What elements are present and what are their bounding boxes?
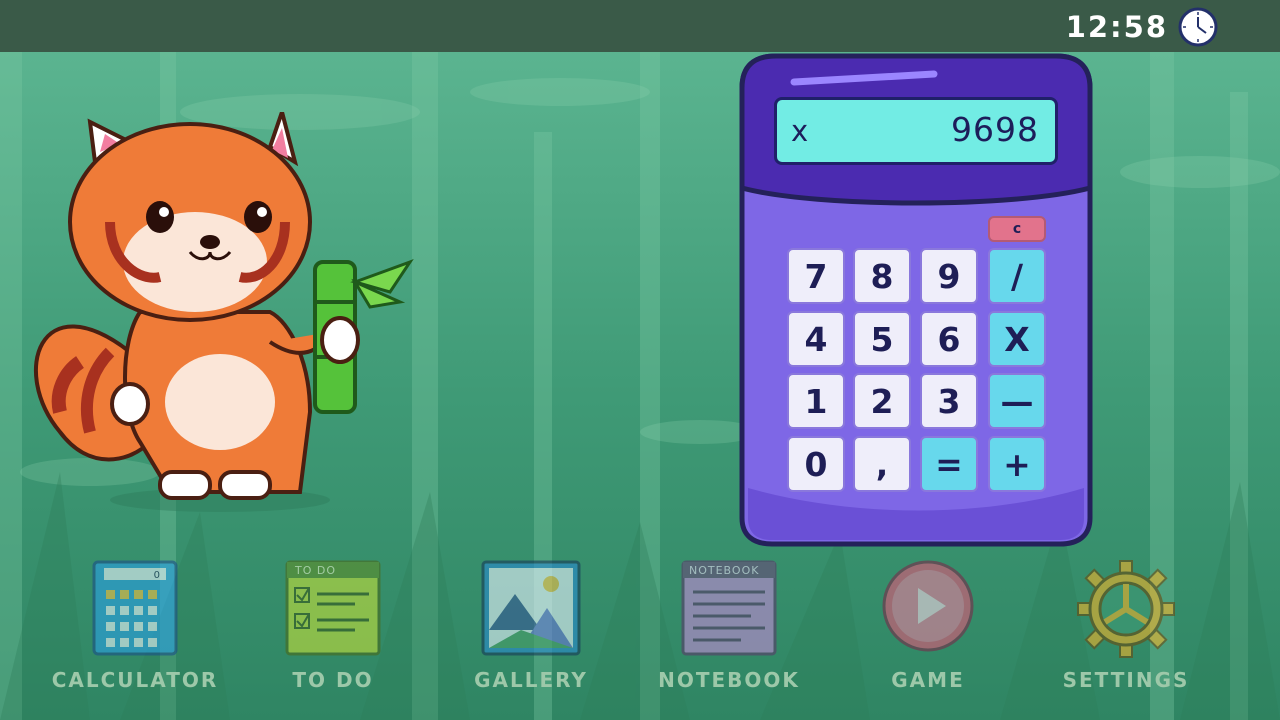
dock-todo[interactable]: TO DO TO DO <box>248 560 418 710</box>
play-icon <box>882 560 974 652</box>
key-comma[interactable]: , <box>853 436 911 492</box>
key-2[interactable]: 2 <box>853 373 911 429</box>
clock-time: 12:58 <box>1065 10 1168 44</box>
key-plus[interactable]: + <box>988 436 1046 492</box>
notebook-icon-header: NOTEBOOK <box>689 564 759 577</box>
notebook-icon: NOTEBOOK <box>681 560 777 656</box>
dock-todo-label: TO DO <box>292 668 374 692</box>
key-minus[interactable]: — <box>988 373 1046 429</box>
key-3[interactable]: 3 <box>920 373 978 429</box>
clear-button[interactable]: c <box>988 216 1046 242</box>
dock-notebook-label: NOTEBOOK <box>658 668 800 692</box>
status-bar: 12:58 <box>0 0 1280 52</box>
key-equals[interactable]: = <box>920 436 978 492</box>
dock-calculator[interactable]: 0 CALCULATOR <box>50 560 220 710</box>
key-divide[interactable]: / <box>988 248 1046 304</box>
gallery-icon <box>481 560 581 656</box>
dock-game-label: GAME <box>891 668 965 692</box>
key-4[interactable]: 4 <box>787 311 845 367</box>
key-1[interactable]: 1 <box>787 373 845 429</box>
key-0[interactable]: 0 <box>787 436 845 492</box>
key-6[interactable]: 6 <box>920 311 978 367</box>
todo-icon: TO DO <box>285 560 381 656</box>
display-value: 9698 <box>951 110 1039 149</box>
calculator-display: x 9698 <box>774 97 1058 165</box>
dock-settings[interactable]: SETTINGS <box>1041 560 1211 710</box>
red-panda-illustration <box>34 112 414 512</box>
clock-icon <box>1178 7 1218 47</box>
dock-notebook[interactable]: NOTEBOOK NOTEBOOK <box>644 560 814 710</box>
key-7[interactable]: 7 <box>787 248 845 304</box>
calculator-icon: 0 <box>92 560 178 656</box>
todo-icon-header: TO DO <box>294 564 336 577</box>
dock-gallery-label: GALLERY <box>474 668 588 692</box>
dock-game[interactable]: GAME <box>843 560 1013 710</box>
display-operator: x <box>791 114 809 148</box>
key-8[interactable]: 8 <box>853 248 911 304</box>
dock-gallery[interactable]: GALLERY <box>446 560 616 710</box>
gear-icon <box>1077 560 1175 658</box>
key-multiply[interactable]: X <box>988 311 1046 367</box>
calculator-icon-display: 0 <box>154 570 160 581</box>
key-5[interactable]: 5 <box>853 311 911 367</box>
dock-calculator-label: CALCULATOR <box>51 668 219 692</box>
key-9[interactable]: 9 <box>920 248 978 304</box>
dock-settings-label: SETTINGS <box>1062 668 1190 692</box>
